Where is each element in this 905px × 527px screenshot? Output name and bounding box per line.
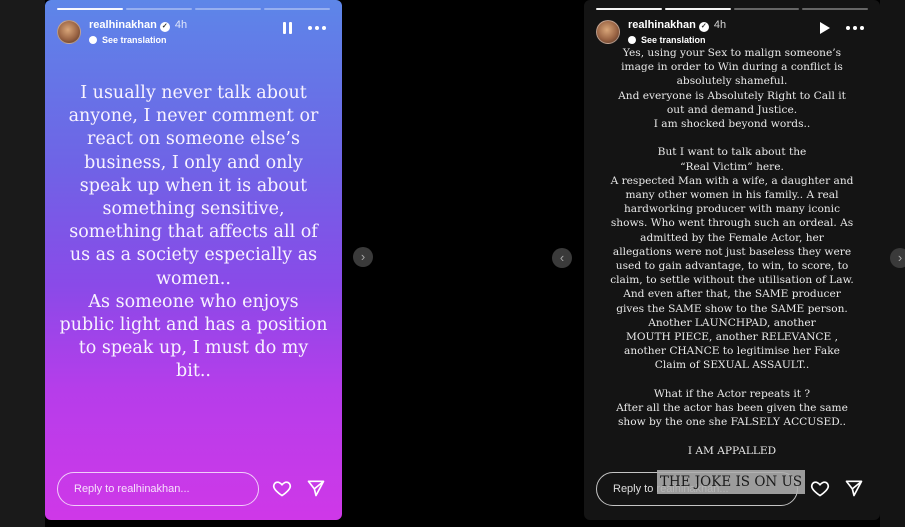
progress-segment [733,8,800,10]
caption-overlay: THE JOKE IS ON US [657,470,805,494]
see-translation-label[interactable]: See translation [641,35,706,45]
heart-icon[interactable] [272,478,292,498]
progress-segment [802,8,868,10]
story-card-1[interactable]: realhinakhan ✓ 4h See translation I usuall… [45,0,342,520]
post-age: 4h [713,19,727,31]
send-icon[interactable] [306,478,326,498]
globe-icon [89,36,97,44]
story-text: I usually never talk about anyone, I nev… [59,83,328,382]
story-text: Yes, using your Sex to malign someone’s … [610,47,854,457]
next-story-button-right[interactable]: › [890,248,905,268]
see-translation-link[interactable]: See translation [89,35,167,45]
more-options-icon[interactable] [308,26,326,30]
progress-segment [264,8,330,10]
avatar[interactable] [57,20,81,44]
progress-segment [195,8,261,10]
post-age: 4h [174,19,188,31]
avatar[interactable] [596,20,620,44]
play-icon[interactable] [820,22,830,34]
verified-badge-icon: ✓ [698,22,709,32]
heart-icon[interactable] [810,478,830,498]
background-gap [384,0,504,527]
story-header: realhinakhan ✓ 4h See translation [57,18,332,48]
more-options-icon[interactable] [846,26,864,30]
see-translation-link[interactable]: See translation [628,35,706,45]
background-left [0,0,45,527]
prev-story-button[interactable]: ‹ [552,248,572,268]
globe-icon [628,36,636,44]
story-card-2[interactable]: realhinakhan ✓ 4h See translation Yes, usi… [584,0,880,520]
verified-badge-icon: ✓ [159,22,170,32]
story-progress-bar [57,8,330,10]
next-story-button[interactable]: › [353,247,373,267]
story-header: realhinakhan ✓ 4h See translation [596,18,870,48]
username[interactable]: realhinakhan ✓ 4h [89,19,187,32]
username-text[interactable]: realhinakhan [628,19,696,31]
progress-segment [126,8,192,10]
see-translation-label[interactable]: See translation [102,35,167,45]
username[interactable]: realhinakhan ✓ 4h [628,19,726,32]
progress-segment [664,8,731,10]
story-progress-bar [596,8,868,10]
reply-input[interactable]: Reply to realhinakhan... [57,472,259,506]
send-icon[interactable] [844,478,864,498]
progress-segment [596,8,662,10]
reply-bar: Reply to realhinakhan... [57,472,328,506]
progress-segment [57,8,123,10]
pause-icon[interactable] [283,22,292,34]
username-text[interactable]: realhinakhan [89,19,157,31]
